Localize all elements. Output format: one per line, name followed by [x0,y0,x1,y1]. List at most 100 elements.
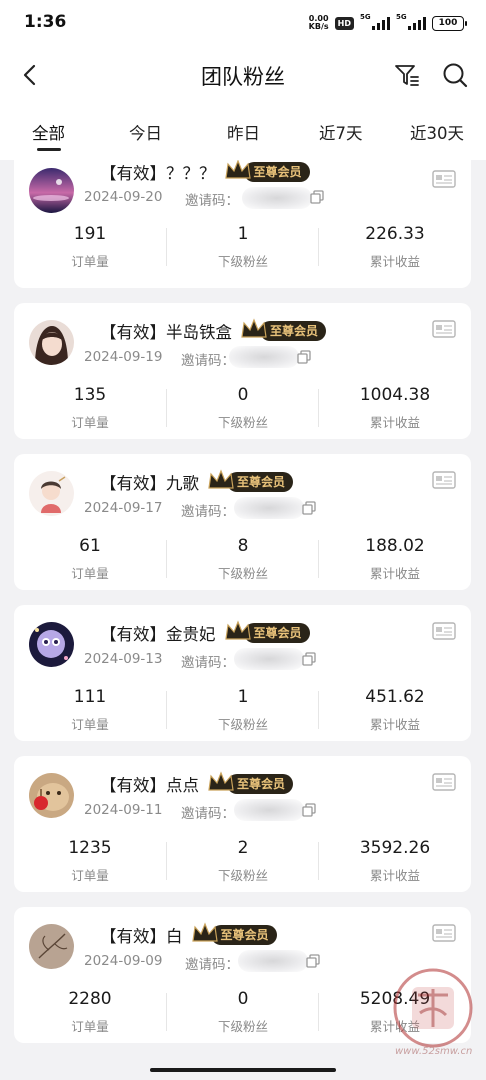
status-bar: 1:36 0.00 KB/s HD 5G 5G 100 [0,0,486,46]
fan-name: 【有效】半岛铁盒 [100,323,232,342]
watermark-url: www.52smw.cn [395,1046,473,1057]
id-card-icon[interactable] [432,773,456,791]
sub-fans-value: 1 [237,687,249,707]
invite-label: 邀请码： [181,806,235,822]
avatar [29,622,74,667]
sub-fans-value: 1 [237,224,249,244]
fan-card[interactable]: 【有效】？？？ 至尊会员 2024-09-20 邀请码： 191 订单量 1 下… [14,160,471,288]
divider [318,540,319,578]
tab-today[interactable]: 今日 [129,120,162,144]
avatar [29,471,74,516]
sub-fans-value: 8 [237,536,249,556]
invite-label: 邀请码： [185,957,239,973]
fan-name: 【有效】？？？ [100,164,216,183]
tab-all[interactable]: 全部 [32,120,65,144]
tab-yesterday[interactable]: 昨日 [227,120,260,144]
top-bar: 1:36 0.00 KB/s HD 5G 5G 100 团队粉丝 全部 今日 昨… [0,0,486,160]
avatar [29,773,74,818]
vip-badge: 至尊会员 [224,620,310,643]
nav-bar: 团队粉丝 [0,50,486,100]
sub-fans-label: 下级粉丝 [217,1019,268,1034]
fan-card[interactable]: 【有效】金贵妃 至尊会员 2024-09-13 邀请码： 111 订单量 1 下… [14,605,471,741]
join-date: 2024-09-17 [84,500,163,516]
orders-label: 订单量 [71,566,109,581]
orders-value: 191 [73,224,107,244]
status-time: 1:36 [24,12,67,32]
id-card-icon[interactable] [432,924,456,942]
id-card-icon[interactable] [432,320,456,338]
join-date: 2024-09-19 [84,349,163,365]
join-date: 2024-09-09 [84,953,163,969]
fan-card[interactable]: 【有效】九歌 至尊会员 2024-09-17 邀请码： 61 订单量 8 下级粉… [14,454,471,590]
earnings-value: 451.62 [365,687,425,707]
home-indicator[interactable] [150,1068,336,1072]
earnings-value: 188.02 [365,536,425,556]
join-date: 2024-09-11 [84,802,163,818]
hd-icon: HD [334,16,354,30]
watermark-seal-icon [393,968,473,1048]
copy-icon[interactable] [302,501,316,515]
tab-7-days[interactable]: 近7天 [319,120,363,144]
divider [166,228,167,266]
invite-code-blurred [234,497,304,519]
earnings-label: 累计收益 [369,868,420,883]
sub-fans-label: 下级粉丝 [217,254,268,269]
divider [166,842,167,880]
active-tab-indicator [37,148,61,151]
vip-badge: 至尊会员 [207,771,294,794]
search-icon [443,63,468,88]
tab-30-days[interactable]: 近30天 [410,120,464,144]
earnings-label: 累计收益 [369,566,420,581]
search-button[interactable] [440,60,470,90]
copy-icon[interactable] [302,652,316,666]
crown-icon [208,469,234,489]
fan-name: 【有效】金贵妃 [100,625,216,644]
fan-card[interactable]: 【有效】半岛铁盒 至尊会员 2024-09-19 邀请码： 135 订单量 0 … [14,303,471,439]
id-card-icon[interactable] [432,471,456,489]
divider [318,842,319,880]
id-card-icon[interactable] [432,622,456,640]
sub-fans-value: 0 [237,989,249,1009]
copy-icon[interactable] [310,190,324,204]
earnings-label: 累计收益 [369,254,420,269]
orders-value: 111 [73,687,107,707]
copy-icon[interactable] [297,350,311,364]
orders-label: 订单量 [71,415,109,430]
sub-fans-value: 2 [237,838,249,858]
orders-value: 135 [73,385,107,405]
crown-icon [224,620,251,640]
fan-list: 【有效】？？？ 至尊会员 2024-09-20 邀请码： 191 订单量 1 下… [0,160,486,1060]
sub-fans-value: 0 [237,385,249,405]
fan-name: 【有效】点点 [100,776,199,795]
orders-value: 61 [79,536,101,556]
divider [166,389,167,427]
copy-icon[interactable] [302,803,316,817]
sub-fans-label: 下级粉丝 [217,415,268,430]
filter-button[interactable] [392,60,422,90]
vip-badge: 至尊会员 [207,469,294,492]
divider [318,993,319,1031]
sub-fans-label: 下级粉丝 [217,566,268,581]
earnings-value: 3592.26 [359,838,431,858]
vip-badge: 至尊会员 [240,318,327,341]
fan-name-line: 【有效】？？？ 至尊会员 [100,160,310,184]
fan-card[interactable]: 【有效】点点 至尊会员 2024-09-11 邀请码： 1235 订单量 2 下… [14,756,471,892]
signal-icon: 5G [396,13,426,30]
divider [166,540,167,578]
orders-value: 2280 [68,989,112,1009]
invite-code-blurred [229,346,299,368]
invite-code-blurred [234,799,304,821]
crown-icon [191,922,218,942]
earnings-value: 1004.38 [359,385,431,405]
sub-fans-label: 下级粉丝 [217,717,268,732]
id-card-icon[interactable] [432,170,456,188]
date-tabs: 全部 今日 昨日 近7天 近30天 [0,112,486,160]
battery-icon: 100 [432,15,467,31]
sub-fans-label: 下级粉丝 [217,868,268,883]
orders-label: 订单量 [71,868,109,883]
earnings-label: 累计收益 [369,717,420,732]
crown-icon [241,318,267,338]
avatar [29,320,74,365]
copy-icon[interactable] [306,954,320,968]
signal-icon: 5G [360,13,390,30]
